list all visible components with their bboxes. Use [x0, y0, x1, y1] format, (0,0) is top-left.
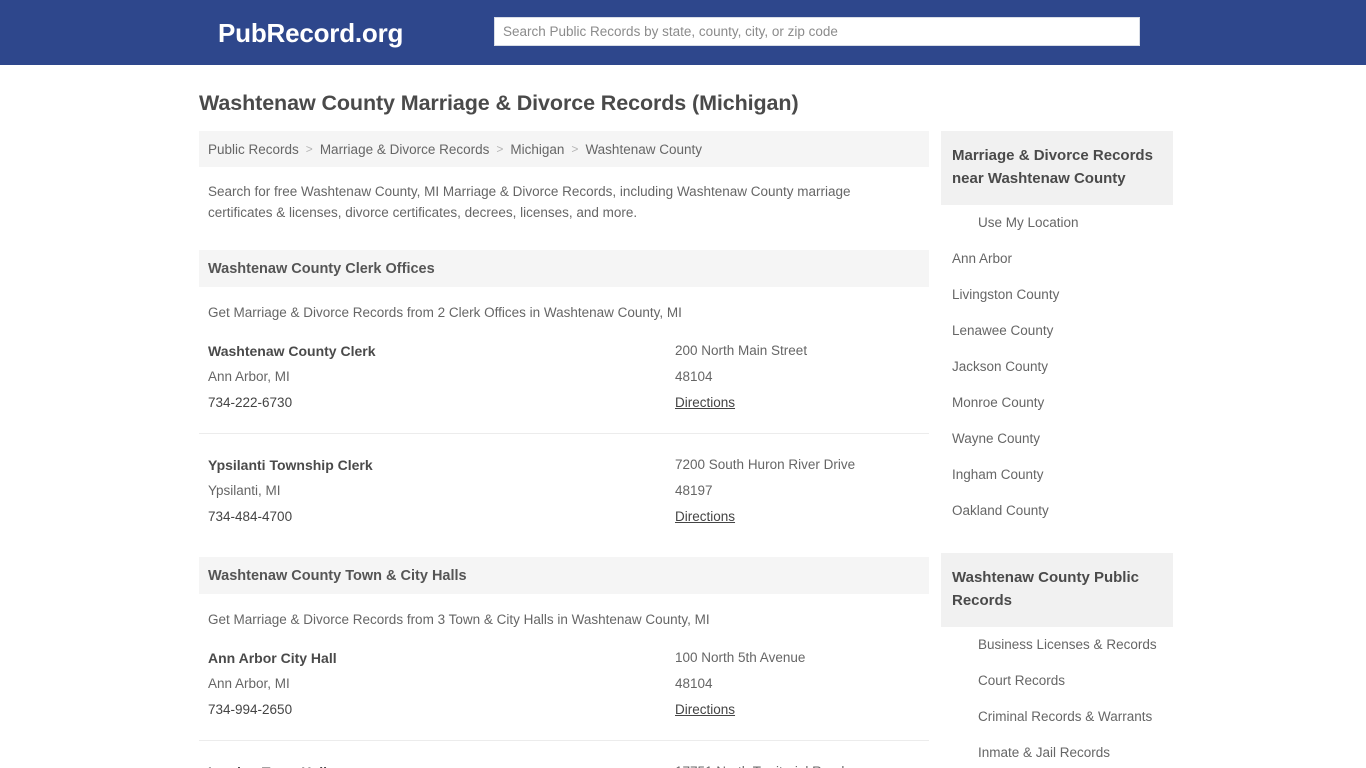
sidebar-public-records-panel-header: Washtenaw County Public Records: [941, 553, 1173, 627]
sidebar-public-records-panel-title: Washtenaw County Public Records: [952, 569, 1139, 609]
listing-right-column: 100 North 5th Avenue 48104 Directions: [675, 645, 920, 723]
list-item: Court Records: [941, 663, 1173, 699]
listing-zip: 48104: [675, 676, 713, 691]
list-item: Wayne County: [941, 421, 1173, 457]
section-header: Washtenaw County Clerk Offices: [199, 250, 929, 287]
listing-zip: 48104: [675, 369, 713, 384]
sidebar-public-records-item-3[interactable]: Inmate & Jail Records: [941, 735, 1173, 768]
sidebar-nearby-item-4[interactable]: Jackson County: [941, 349, 1173, 385]
list-item: Lenawee County: [941, 313, 1173, 349]
sidebar-public-records-item-0[interactable]: Business Licenses & Records: [941, 627, 1173, 663]
breadcrumb-separator: >: [305, 142, 313, 156]
sidebar-nearby-item-3[interactable]: Lenawee County: [941, 313, 1173, 349]
listing-address: 7200 South Huron River Drive: [675, 457, 856, 472]
listing-phone: 734-994-2650: [208, 702, 293, 717]
listing-left-column: Ypsilanti Township Clerk Ypsilanti, MI 734…: [208, 452, 675, 530]
listing-name[interactable]: Ypsilanti Township Clerk: [208, 452, 675, 478]
page-intro-text: Search for free Washtenaw County, MI Mar…: [208, 184, 851, 220]
sidebar-nearby-item-6[interactable]: Wayne County: [941, 421, 1173, 457]
listing-left-column: Washtenaw County Clerk Ann Arbor, MI 734-2…: [208, 338, 675, 416]
list-item: Business Licenses & Records: [941, 627, 1173, 663]
directions-link[interactable]: Directions: [675, 504, 735, 530]
breadcrumb-item-0[interactable]: Public Records: [208, 142, 299, 157]
listing-address: 17751 North Territorial Road: [675, 759, 920, 768]
site-logo[interactable]: PubRecord.org: [218, 18, 403, 48]
list-item: Criminal Records & Warrants: [941, 699, 1173, 735]
sidebar-public-records-list: Business Licenses & Records Court Records…: [941, 627, 1173, 768]
list-item: Livingston County: [941, 277, 1173, 313]
listing-zip: 48197: [675, 483, 713, 498]
breadcrumb: Public Records > Marriage & Divorce Record…: [199, 131, 929, 167]
section-subtitle: Get Marriage & Divorce Records from 2 Cl…: [208, 305, 682, 320]
section-subtitle: Get Marriage & Divorce Records from 3 To…: [208, 612, 710, 627]
listing-city-state: Ypsilanti, MI: [208, 483, 281, 498]
listing-row: Lyndon Town HallChelsea, MI734-475-24011…: [199, 740, 929, 768]
directions-link[interactable]: Directions: [675, 697, 735, 723]
listing-phone: 734-222-6730: [208, 395, 293, 410]
directions-link[interactable]: Directions: [675, 390, 735, 416]
breadcrumb-item-1[interactable]: Marriage & Divorce Records: [320, 142, 490, 157]
listing-city-state: Ann Arbor, MI: [208, 676, 290, 691]
sidebar-nearby-list: Use My Location Ann Arbor Livingston Count…: [941, 205, 1173, 529]
page-title: Washtenaw County Marriage & Divorce Reco…: [199, 91, 799, 115]
sidebar-panel-gap: [941, 529, 1173, 553]
section-header: Washtenaw County Town & City Halls: [199, 557, 929, 594]
listing-directions-wrap: Directions: [675, 504, 920, 530]
sidebar-nearby-item-7[interactable]: Ingham County: [941, 457, 1173, 493]
breadcrumb-item-2[interactable]: Michigan: [510, 142, 564, 157]
list-item: Jackson County: [941, 349, 1173, 385]
listing-left-column: Ann Arbor City Hall Ann Arbor, MI 734-994-…: [208, 645, 675, 723]
sidebar-nearby-panel-header: Marriage & Divorce Records near Washtena…: [941, 131, 1173, 205]
list-item: Inmate & Jail Records: [941, 735, 1173, 768]
listing-city-state: Ann Arbor, MI: [208, 369, 290, 384]
listing-row: Washtenaw County Clerk Ann Arbor, MI 734-2…: [199, 320, 929, 416]
listing-right-column: 17751 North Territorial Road48118Directi…: [675, 759, 920, 768]
listing-left-column: Lyndon Town HallChelsea, MI734-475-2401: [208, 759, 675, 768]
listing-directions-wrap: Directions: [675, 390, 920, 416]
listing-right-column: 200 North Main Street 48104 Directions: [675, 338, 920, 416]
sections-root: Washtenaw County Clerk Offices Get Marria…: [199, 250, 929, 768]
breadcrumb-separator: >: [571, 142, 579, 156]
sidebar-nearby-item-8[interactable]: Oakland County: [941, 493, 1173, 529]
listing-row: Ann Arbor City Hall Ann Arbor, MI 734-994-…: [199, 627, 929, 723]
page-body: Washtenaw County Marriage & Divorce Reco…: [0, 65, 1366, 768]
breadcrumb-separator: >: [496, 142, 504, 156]
listing-name[interactable]: Lyndon Town Hall: [208, 759, 675, 768]
list-item: Monroe County: [941, 385, 1173, 421]
section-title: Washtenaw County Clerk Offices: [208, 260, 435, 277]
listing-address: 100 North 5th Avenue: [675, 650, 806, 665]
listing-phone: 734-484-4700: [208, 509, 293, 524]
breadcrumb-item-3: Washtenaw County: [585, 141, 702, 157]
content-columns: Public Records > Marriage & Divorce Record…: [193, 117, 1173, 768]
main-column: Public Records > Marriage & Divorce Record…: [199, 117, 929, 768]
sidebar-nearby-panel-title: Marriage & Divorce Records near Washtena…: [952, 147, 1153, 187]
list-item: Ann Arbor: [941, 241, 1173, 277]
sidebar: Marriage & Divorce Records near Washtena…: [941, 117, 1173, 768]
listing-row: Ypsilanti Township Clerk Ypsilanti, MI 734…: [199, 433, 929, 530]
sidebar-public-records-item-2[interactable]: Criminal Records & Warrants: [941, 699, 1173, 735]
site-header: PubRecord.org: [0, 0, 1366, 65]
list-item: Oakland County: [941, 493, 1173, 529]
sidebar-public-records-item-1[interactable]: Court Records: [941, 663, 1173, 699]
content-container: Washtenaw County Marriage & Divorce Reco…: [193, 65, 1173, 768]
list-item: Use My Location: [941, 205, 1173, 241]
list-item: Ingham County: [941, 457, 1173, 493]
sidebar-top-spacer: [941, 117, 1173, 131]
listing-name[interactable]: Ann Arbor City Hall: [208, 645, 675, 671]
sidebar-nearby-item-2[interactable]: Livingston County: [941, 277, 1173, 313]
sidebar-nearby-item-5[interactable]: Monroe County: [941, 385, 1173, 421]
sidebar-nearby-item-0[interactable]: Use My Location: [941, 205, 1173, 241]
sidebar-nearby-item-1[interactable]: Ann Arbor: [941, 241, 1173, 277]
search-input[interactable]: [494, 17, 1140, 46]
section-title: Washtenaw County Town & City Halls: [208, 567, 467, 584]
listing-name[interactable]: Washtenaw County Clerk: [208, 338, 675, 364]
listing-directions-wrap: Directions: [675, 697, 920, 723]
listing-right-column: 7200 South Huron River Drive 48197 Directi…: [675, 452, 920, 530]
listing-address: 200 North Main Street: [675, 343, 808, 358]
